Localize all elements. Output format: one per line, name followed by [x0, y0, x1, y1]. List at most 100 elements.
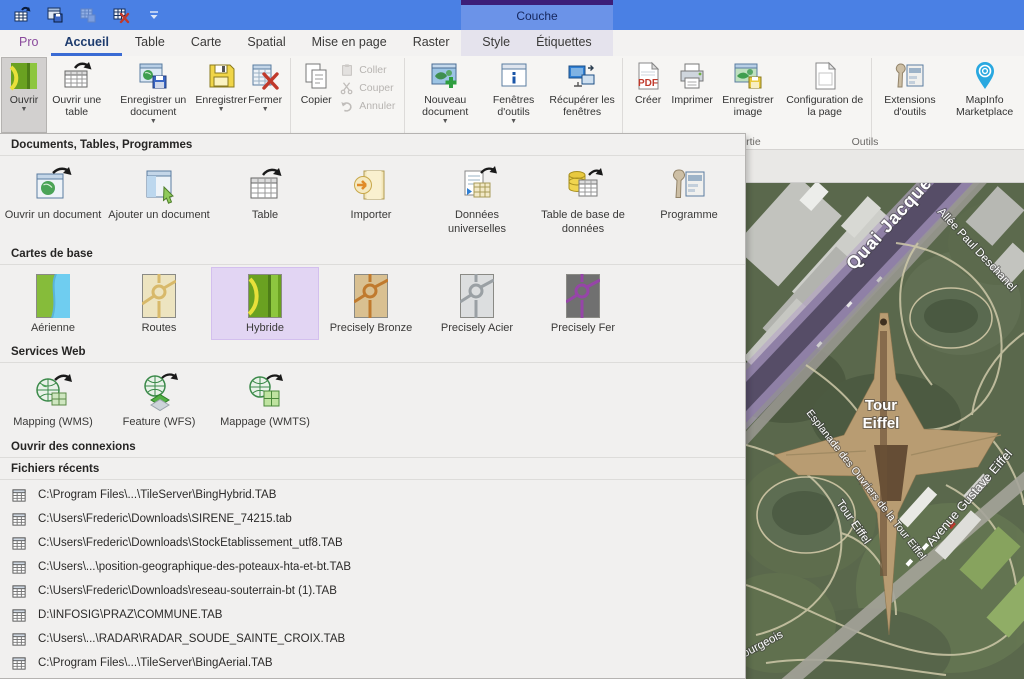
recent-file-row[interactable]: C:\Program Files\...\TileServer\Precisel…	[0, 675, 745, 679]
menu-item-label: Routes	[142, 322, 177, 336]
import-icon	[351, 165, 391, 205]
menu-item-ouvrir-document[interactable]: Ouvrir un document	[0, 159, 106, 241]
enregistrer-image-button[interactable]: Enregistrer image	[714, 58, 782, 132]
recent-file-row[interactable]: C:\Program Files\...\TileServer\BingHybr…	[0, 483, 745, 507]
creer-pdf-button[interactable]: PDF Créer	[626, 58, 670, 132]
tab-spatial[interactable]: Spatial	[234, 30, 298, 56]
imprimer-button[interactable]: Imprimer	[670, 58, 714, 132]
contextual-tabs: Style Étiquettes	[461, 30, 613, 56]
recent-file-row[interactable]: C:\Users\...\position-geographique-des-p…	[0, 555, 745, 579]
mapinfo-marketplace-button[interactable]: MapInfo Marketplace	[945, 58, 1024, 132]
enregistrer-button[interactable]: Enregistrer ▼	[199, 58, 243, 132]
enregistrer-document-label: Enregistrer un document	[111, 94, 196, 118]
tab-etiquettes[interactable]: Étiquettes	[523, 30, 605, 56]
svg-text:PDF: PDF	[638, 78, 658, 89]
recent-file-path: C:\Users\...\RADAR\RADAR_SOUDE_SAINTE_CR…	[38, 633, 345, 645]
open-table-icon	[61, 60, 93, 92]
map-window[interactable]: Quai Jacques Chi Allée Paul Deschanel To…	[746, 183, 1024, 679]
menu-item-routes[interactable]: Routes	[106, 268, 212, 340]
recuperer-fenetres-button[interactable]: Récupérer les fenêtres	[545, 58, 619, 132]
tab-accueil[interactable]: Accueil	[51, 30, 121, 56]
ouvrir-label: Ouvrir	[10, 94, 39, 106]
menu-item-hybride-selected[interactable]: Hybride	[212, 268, 318, 340]
recent-file-path: C:\Program Files\...\TileServer\BingHybr…	[38, 489, 276, 501]
dropdown-arrow-icon: ▼	[262, 106, 269, 114]
menu-item-donnees-universelles[interactable]: Données universelles	[424, 159, 530, 241]
menu-item-table-base-donnees[interactable]: Table de base de données	[530, 159, 636, 241]
copier-button[interactable]: Copier	[294, 58, 338, 132]
recuperer-fenetres-label: Récupérer les fenêtres	[548, 94, 616, 118]
menu-item-programme[interactable]: Programme	[636, 159, 742, 241]
recent-file-icon	[12, 656, 27, 671]
configuration-page-button[interactable]: Configuration de la page	[782, 58, 868, 132]
database-table-icon	[563, 165, 603, 205]
couper-button-disabled: Couper	[340, 81, 395, 95]
tab-style[interactable]: Style	[469, 30, 523, 56]
extensions-outils-button[interactable]: Extensions d'outils	[875, 58, 945, 132]
tab-mise-en-page[interactable]: Mise en page	[299, 30, 400, 56]
nouveau-document-button[interactable]: Nouveau document ▼	[408, 58, 482, 132]
menu-item-wfs[interactable]: Feature (WFS)	[106, 366, 212, 434]
recent-file-row[interactable]: C:\Program Files\...\TileServer\BingAeri…	[0, 651, 745, 675]
hybrid-tile-icon	[248, 274, 282, 318]
customize-qat-icon[interactable]	[144, 5, 164, 25]
map-canvas[interactable]: Quai Jacques Chi Allée Paul Deschanel To…	[746, 183, 1024, 679]
menu-item-precisely-fer[interactable]: Precisely Fer	[530, 268, 636, 340]
menu-item-label: Precisely Acier	[441, 322, 513, 336]
section-header-documents: Documents, Tables, Programmes	[0, 134, 745, 156]
tab-raster[interactable]: Raster	[400, 30, 463, 56]
recent-file-row[interactable]: C:\Users\Frederic\Downloads\SIRENE_74215…	[0, 507, 745, 531]
menu-item-label: Programme	[660, 209, 717, 223]
menu-item-ajouter-document[interactable]: Ajouter un document	[106, 159, 212, 241]
recent-file-icon	[12, 560, 27, 575]
save-table-icon	[78, 5, 98, 25]
recent-file-row[interactable]: C:\Users\Frederic\Downloads\reseau-soute…	[0, 579, 745, 603]
recent-file-path: C:\Users\Frederic\Downloads\SIRENE_74215…	[38, 513, 292, 525]
new-document-icon	[429, 60, 461, 92]
map-label-tour-eiffel-2: Eiffel	[863, 415, 900, 432]
recent-file-row[interactable]: C:\Users\Frederic\Downloads\StockEtablis…	[0, 531, 745, 555]
titlebar: Couche	[0, 0, 1024, 30]
save-image-icon	[732, 60, 764, 92]
recent-file-path: D:\INFOSIG\PRAZ\COMMUNE.TAB	[38, 609, 222, 621]
menu-item-table[interactable]: Table	[212, 159, 318, 241]
dropdown-arrow-icon: ▼	[21, 106, 28, 114]
menu-item-wmts[interactable]: Mappage (WMTS)	[212, 366, 318, 434]
recent-file-path: C:\Users\Frederic\Downloads\reseau-soute…	[38, 585, 337, 597]
universal-data-icon	[457, 165, 497, 205]
imprimer-label: Imprimer	[671, 94, 712, 106]
dropdown-arrow-icon: ▼	[218, 106, 225, 114]
tab-carte[interactable]: Carte	[178, 30, 235, 56]
documents-items-row: Ouvrir un document Ajouter un document T…	[0, 156, 745, 243]
menu-item-label: Hybride	[246, 322, 284, 336]
menu-item-label: Importer	[351, 209, 392, 223]
menu-item-label: Mappage (WMTS)	[220, 416, 310, 430]
menu-item-aerienne[interactable]: Aérienne	[0, 268, 106, 340]
tab-pro[interactable]: Pro	[6, 30, 51, 56]
ouvrir-une-table-button[interactable]: Ouvrir une table	[46, 58, 108, 132]
open-table-icon[interactable]	[12, 5, 32, 25]
tab-table[interactable]: Table	[122, 30, 178, 56]
menu-item-wms[interactable]: Mapping (WMS)	[0, 366, 106, 434]
annuler-label: Annuler	[359, 100, 395, 112]
fenetres-outils-button[interactable]: Fenêtres d'outils ▼	[482, 58, 545, 132]
fermer-button[interactable]: Fermer ▼	[243, 58, 287, 132]
recent-file-row[interactable]: C:\Users\...\RADAR\RADAR_SOUDE_SAINTE_CR…	[0, 627, 745, 651]
wmts-icon	[245, 372, 285, 412]
tool-extensions-icon	[894, 60, 926, 92]
mapinfo-open-icon	[8, 60, 40, 92]
recent-file-icon	[12, 512, 27, 527]
recent-files-list: C:\Program Files\...\TileServer\BingHybr…	[0, 480, 745, 679]
menu-item-precisely-bronze[interactable]: Precisely Bronze	[318, 268, 424, 340]
menu-item-precisely-acier[interactable]: Precisely Acier	[424, 268, 530, 340]
enregistrer-document-button[interactable]: Enregistrer un document ▼	[108, 58, 199, 132]
close-table-icon[interactable]	[111, 5, 131, 25]
save-document-icon[interactable]	[45, 5, 65, 25]
enregistrer-label: Enregistrer	[195, 94, 246, 106]
recent-file-row[interactable]: D:\INFOSIG\PRAZ\COMMUNE.TAB	[0, 603, 745, 627]
ouvrir-button[interactable]: Ouvrir ▼	[2, 58, 46, 132]
menu-item-importer[interactable]: Importer	[318, 159, 424, 241]
dropdown-arrow-icon: ▼	[442, 118, 449, 126]
coller-label: Coller	[359, 64, 386, 76]
close-table-icon	[249, 60, 281, 92]
